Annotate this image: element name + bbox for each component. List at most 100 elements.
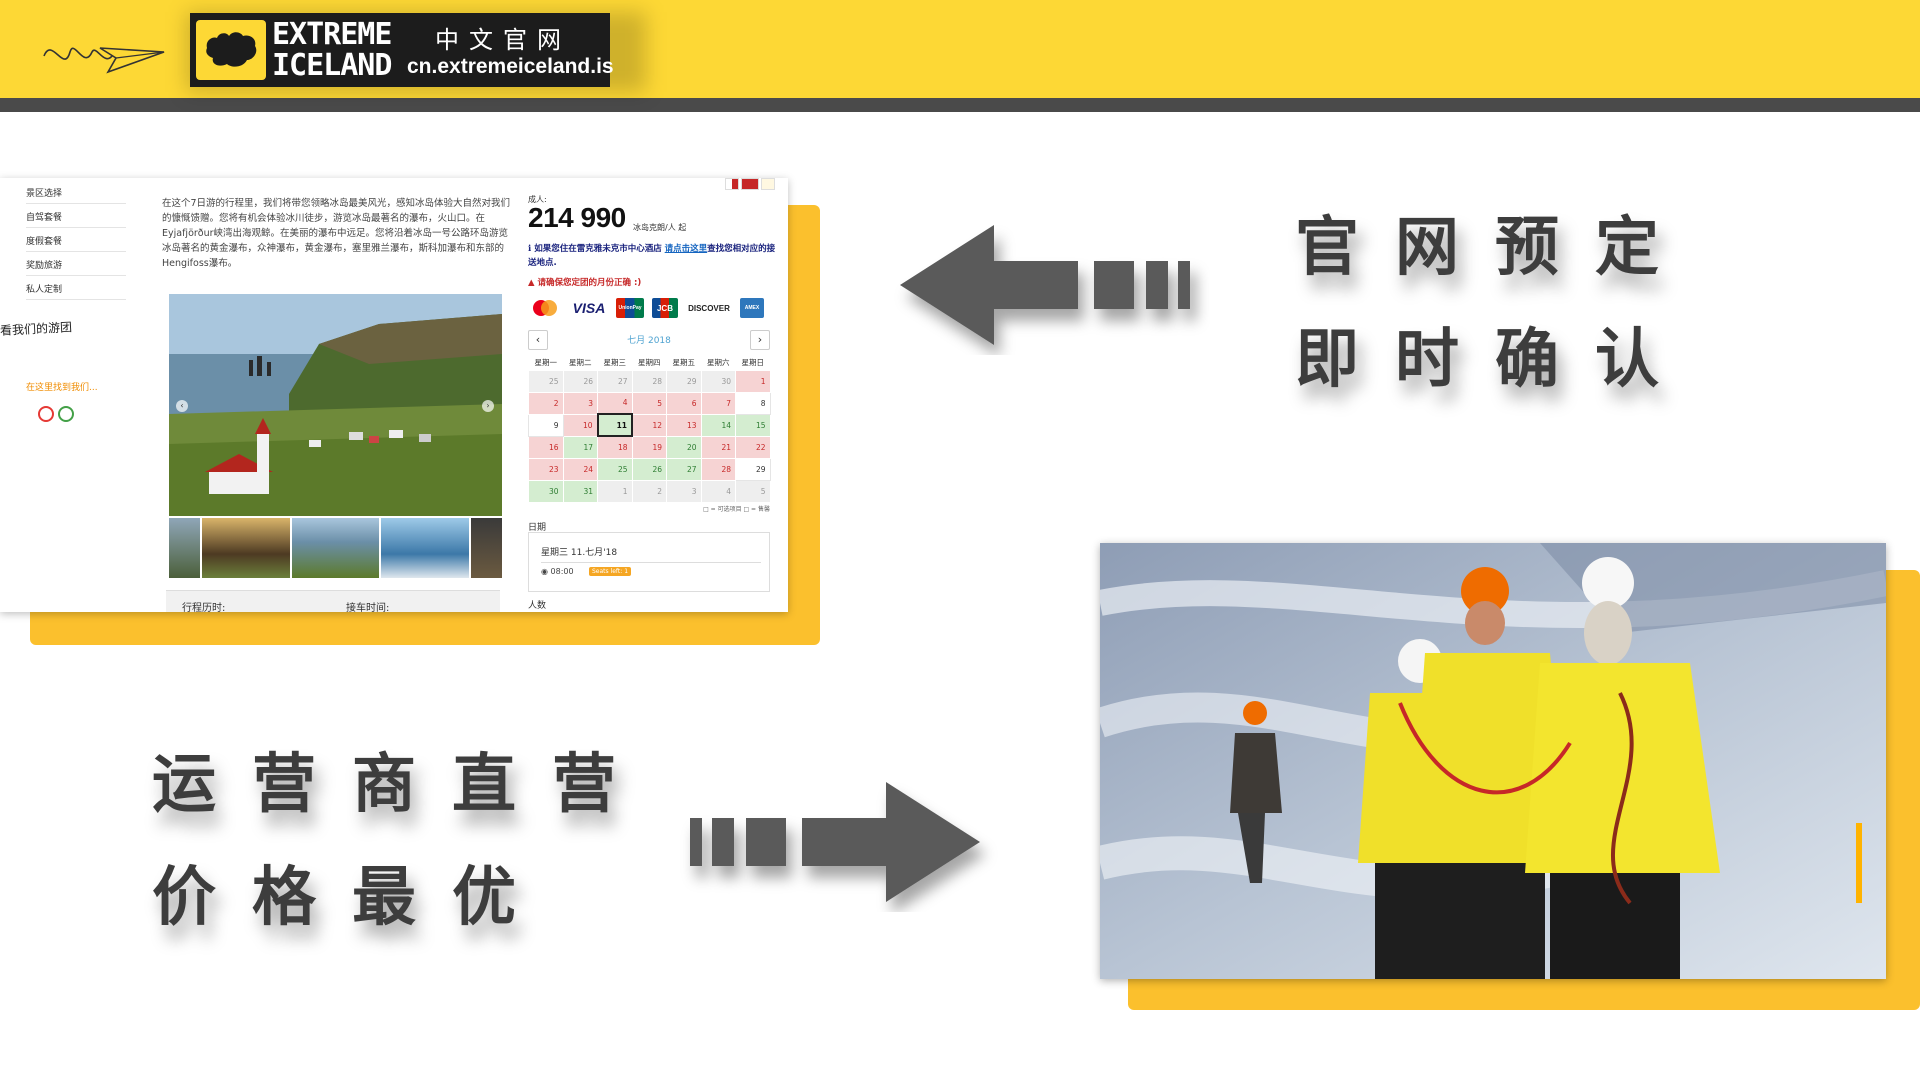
arrow-right-icon <box>690 782 980 902</box>
calendar-day[interactable]: 16 <box>528 435 564 459</box>
nav-item-self-drive[interactable]: 自驾套餐 <box>26 210 126 228</box>
weekday-header: 星期四 <box>638 358 661 368</box>
sidebar-find-us-link[interactable]: 在这里找到我们... <box>26 380 98 393</box>
arrow-left-icon <box>900 225 1190 345</box>
calendar-day[interactable]: 19 <box>631 435 667 459</box>
iceland-map-icon <box>196 20 266 80</box>
pickup-time-label: 接车时间: <box>346 603 390 612</box>
calendar-day[interactable]: 4 <box>597 391 633 415</box>
pickup-location-link[interactable]: 请点击这里 <box>665 244 708 254</box>
weibo-icon[interactable] <box>38 406 54 422</box>
nav-item-vacation[interactable]: 度假套餐 <box>26 234 126 252</box>
calendar-day[interactable]: 27 <box>666 457 702 481</box>
payment-methods: VISA UnionPay JCB DISCOVER AMEX <box>528 298 764 318</box>
booking-panel: 成人: 214 990 冰岛克朗/人 起 ℹ 如果您住在雷克雅未克市中心酒店 请… <box>528 178 776 612</box>
hotel-pickup-notice: ℹ 如果您住在雷克雅未克市中心酒店 请点击这里查找您相对应的接送地点. <box>528 244 776 268</box>
carousel-prev-button[interactable]: ‹ <box>176 400 188 412</box>
calendar-day: 5 <box>735 479 771 503</box>
calendar-next-button[interactable]: › <box>750 330 770 350</box>
calendar-day[interactable]: 31 <box>562 479 598 503</box>
people-label: 人数 <box>528 601 547 611</box>
calendar-header: ‹ 七月 2018 › <box>528 330 770 350</box>
calendar-day[interactable]: 13 <box>666 413 702 437</box>
duration-label: 行程历时: <box>182 603 226 612</box>
calendar-day: 3 <box>666 479 702 503</box>
wechat-icon[interactable] <box>58 406 74 422</box>
month-warning: ▲ 请确保您定团的月份正确 :) <box>528 278 642 288</box>
nav-item-private[interactable]: 私人定制 <box>26 282 126 300</box>
calendar-day[interactable]: 24 <box>562 457 598 481</box>
nav-item-incentive[interactable]: 奖励旅游 <box>26 258 126 276</box>
price-unit: 冰岛克朗/人 起 <box>633 223 687 232</box>
weekday-header: 星期日 <box>741 358 765 368</box>
calendar-day[interactable]: 23 <box>528 457 564 481</box>
flag-icon[interactable] <box>741 178 759 190</box>
calendar-day[interactable]: 20 <box>666 435 702 459</box>
mastercard-icon <box>528 298 562 318</box>
calendar-day[interactable]: 28 <box>700 457 736 481</box>
calendar-day[interactable]: 17 <box>562 435 598 459</box>
tagline-official-booking: 官网预定 <box>1295 211 1695 285</box>
visa-icon: VISA <box>572 300 606 316</box>
thumbnail[interactable] <box>471 518 503 578</box>
nav-item-attractions[interactable]: 景区选择 <box>26 186 126 204</box>
tagline-operator-direct: 运营商直营 <box>152 748 652 822</box>
calendar-day[interactable]: 30 <box>528 479 564 503</box>
calendar-day[interactable]: 10 <box>562 413 598 437</box>
extreme-iceland-logo[interactable]: EXTREME ICELAND 中文官网 cn.extremeiceland.i… <box>190 13 614 87</box>
selected-date: 星期三 11.七月'18 <box>541 545 761 563</box>
calendar-day[interactable]: 15 <box>735 413 771 437</box>
calendar-day[interactable]: 7 <box>700 391 736 415</box>
website-booking-screenshot: 景区选择 自驾套餐 度假套餐 奖励旅游 私人定制 看我们的游团 在这里找到我们.… <box>0 178 788 612</box>
vik-church-photo <box>169 294 502 516</box>
calendar-day[interactable]: 22 <box>735 435 771 459</box>
logo-chinese-title: 中文官网 <box>435 26 571 54</box>
weekday-header: 星期三 <box>603 358 627 368</box>
unionpay-icon: UnionPay <box>616 298 644 318</box>
calendar-day[interactable]: 6 <box>666 391 702 415</box>
tour-info-row: 行程历时: 接车时间: <box>166 590 500 612</box>
calendar-day-selected[interactable]: 11 <box>596 413 633 437</box>
calendar-day: 1 <box>597 479 633 503</box>
calendar-day[interactable]: 26 <box>631 457 667 481</box>
time-slot-radio[interactable]: ◉ 08:00 <box>541 567 574 576</box>
thumbnail[interactable] <box>169 518 200 578</box>
calendar-legend: □ = 可选项目 □ = 售馨 <box>703 506 770 513</box>
calendar-day: 27 <box>597 369 633 393</box>
calendar-day[interactable]: 9 <box>528 413 564 437</box>
calendar-day[interactable]: 3 <box>562 391 598 415</box>
calendar-day[interactable]: 25 <box>597 457 633 481</box>
paper-plane-icon <box>43 47 165 74</box>
thumbnail[interactable] <box>381 518 470 578</box>
calendar-day[interactable]: 1 <box>735 369 771 393</box>
calendar-day: 2 <box>631 479 667 503</box>
calendar-day: 26 <box>562 369 598 393</box>
price-value: 214 990 <box>528 202 626 233</box>
calendar-day[interactable]: 2 <box>528 391 564 415</box>
weekday-header: 星期五 <box>672 358 696 368</box>
logo-wordmark: EXTREME ICELAND <box>272 17 392 83</box>
tagline-best-price: 价格最优 <box>152 861 552 935</box>
calendar-day[interactable]: 18 <box>597 435 633 459</box>
calendar-day[interactable]: 29 <box>735 457 771 481</box>
calendar-day[interactable]: 12 <box>631 413 667 437</box>
calendar-day[interactable]: 5 <box>631 391 667 415</box>
sidebar-title: 看我们的游团 <box>0 320 73 338</box>
calendar-day: 25 <box>528 369 564 393</box>
language-flags <box>725 178 775 190</box>
glacier-guides-photo <box>1100 543 1886 979</box>
amex-icon: AMEX <box>740 298 764 318</box>
carousel-next-button[interactable]: › <box>482 400 494 412</box>
selected-date-box: 星期三 11.七月'18 ◉ 08:00 Seats left: 1 <box>528 532 770 592</box>
website-url: cn.extremeiceland.is <box>407 55 614 78</box>
calendar-day[interactable]: 21 <box>700 435 736 459</box>
thumbnail[interactable] <box>201 518 290 578</box>
calendar-day[interactable]: 8 <box>735 391 771 415</box>
calendar-day[interactable]: 14 <box>700 413 736 437</box>
flag-icon[interactable] <box>725 178 739 190</box>
flag-icon[interactable] <box>761 178 775 190</box>
calendar-day: 30 <box>700 369 736 393</box>
calendar-day: 4 <box>700 479 736 503</box>
header-divider <box>0 98 1920 112</box>
thumbnail[interactable] <box>291 518 380 578</box>
